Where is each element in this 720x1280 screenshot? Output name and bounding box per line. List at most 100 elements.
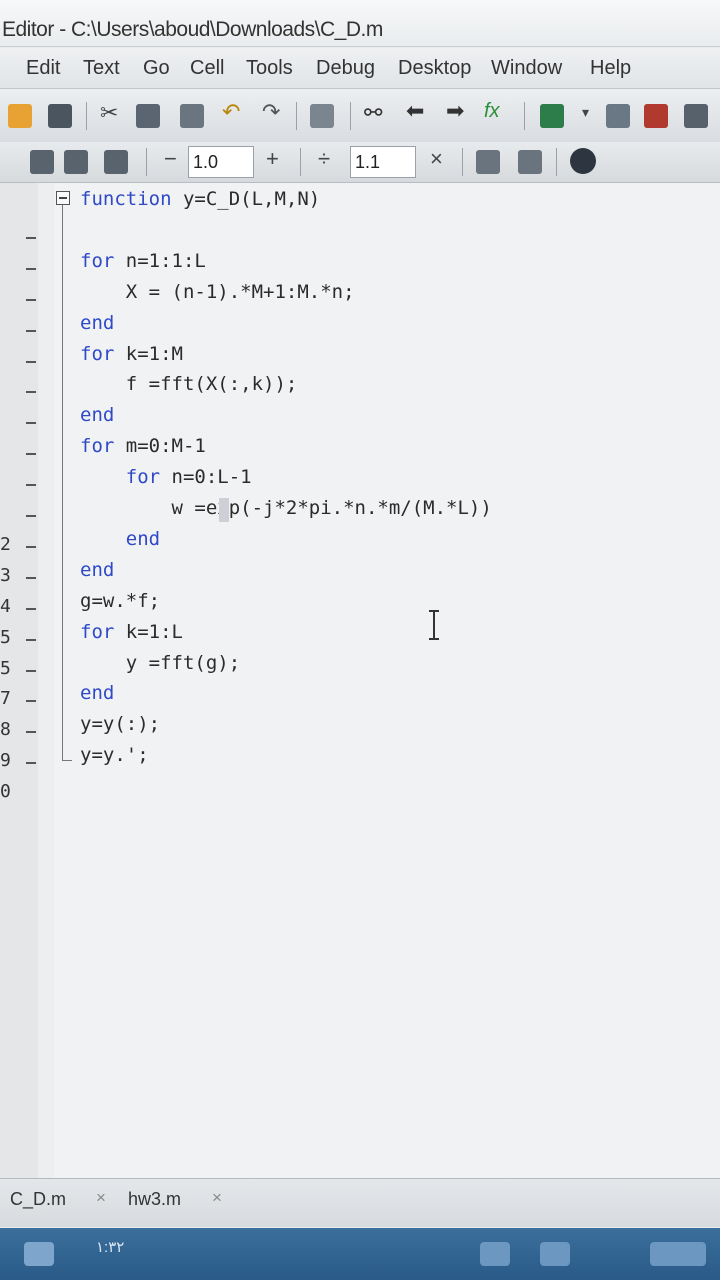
clear-breakpoints-icon[interactable] (644, 104, 668, 128)
executable-line-marker[interactable] (26, 484, 36, 487)
executable-line-marker[interactable] (26, 607, 36, 610)
save-icon[interactable] (48, 104, 72, 128)
code-keyword: for (80, 342, 115, 365)
menu-desktop[interactable]: Desktop (398, 57, 471, 80)
code-line[interactable]: for m=0:M-1 (80, 435, 206, 457)
print-icon[interactable] (310, 104, 334, 128)
chevron-down-icon[interactable]: ▾ (582, 104, 589, 121)
code-line[interactable]: w =exp(-j*2*pi.*n.*m/(M.*L)) (80, 497, 492, 519)
line-number: 5 (0, 626, 11, 648)
executable-line-marker[interactable] (26, 576, 36, 579)
menu-tools[interactable]: Tools (246, 57, 293, 80)
breakpoint-icon[interactable] (606, 104, 630, 128)
fold-toggle-icon[interactable] (56, 191, 70, 205)
info-icon[interactable] (570, 148, 596, 174)
close-tab-icon[interactable]: × (96, 1188, 106, 1208)
menu-go[interactable]: Go (143, 57, 170, 80)
redo-icon[interactable]: ↷ (262, 99, 280, 125)
executable-line-marker[interactable] (26, 762, 36, 765)
code-text: y=C_D(L,M,N) (171, 188, 321, 210)
insert-cell-icon[interactable] (30, 150, 54, 174)
code-line[interactable]: y=y.'; (80, 744, 149, 766)
executable-line-marker[interactable] (26, 236, 36, 239)
code-line[interactable]: X = (n-1).*M+1:M.*n; (80, 281, 355, 303)
comment-percent-icon[interactable] (476, 150, 500, 174)
code-line[interactable]: f =fft(X(:,k)); (80, 373, 298, 395)
executable-line-marker[interactable] (26, 360, 36, 363)
language-icon[interactable] (650, 1242, 706, 1266)
forward-arrow-icon[interactable]: ➡ (446, 98, 464, 124)
divide-button[interactable]: ÷ (318, 146, 330, 172)
executable-line-marker[interactable] (26, 700, 36, 703)
code-line[interactable]: g=w.*f; (80, 590, 160, 612)
tab-c-d-m[interactable]: C_D.m (10, 1189, 66, 1210)
uncomment-percent-icon[interactable] (518, 150, 542, 174)
open-folder-icon[interactable] (8, 104, 32, 128)
undo-icon[interactable]: ↶ (222, 99, 240, 125)
executable-line-marker[interactable] (26, 453, 36, 456)
executable-line-marker[interactable] (26, 545, 36, 548)
increment-button[interactable]: + (266, 146, 279, 172)
cut-icon[interactable]: ✂ (100, 100, 118, 126)
executable-line-marker[interactable] (26, 731, 36, 734)
close-tab-icon[interactable]: × (212, 1188, 222, 1208)
network-icon[interactable] (540, 1242, 570, 1266)
function-fx-icon[interactable]: fx (484, 100, 500, 123)
executable-line-marker[interactable] (26, 669, 36, 672)
document-tabs: C_D.m × hw3.m × (0, 1178, 720, 1227)
code-fold-column (38, 183, 54, 1178)
start-icon[interactable] (24, 1242, 54, 1266)
code-line[interactable]: end (80, 404, 114, 426)
menu-help[interactable]: Help (590, 57, 631, 80)
executable-line-marker[interactable] (26, 329, 36, 332)
code-line[interactable]: function y=C_D(L,M,N) (80, 188, 320, 210)
matlab-editor-window: Editor - C:\Users\aboud\Downloads\C_D.m … (0, 0, 720, 1280)
find-binoculars-icon[interactable]: ⚯ (364, 100, 382, 126)
eval-advance-icon[interactable] (104, 150, 128, 174)
menu-window[interactable]: Window (491, 57, 562, 80)
step-icon[interactable] (684, 104, 708, 128)
code-line[interactable]: y =fft(g); (80, 652, 240, 674)
ibeam-cursor-icon (429, 610, 439, 640)
code-editor[interactable] (54, 183, 720, 1178)
eval-cell-icon[interactable] (64, 150, 88, 174)
menu-debug[interactable]: Debug (316, 57, 375, 80)
executable-line-marker[interactable] (26, 391, 36, 394)
cloud-icon[interactable] (480, 1242, 510, 1266)
window-title: Editor - C:\Users\aboud\Downloads\C_D.m (2, 18, 383, 41)
code-line[interactable]: end (80, 312, 114, 334)
menu-cell[interactable]: Cell (190, 57, 224, 80)
scale-value-input[interactable]: 1.1 (350, 146, 416, 178)
executable-line-marker[interactable] (26, 515, 36, 517)
tab-hw3-m[interactable]: hw3.m (128, 1189, 181, 1210)
code-text: m=0:M-1 (114, 435, 206, 458)
back-arrow-icon[interactable]: ⬅ (406, 98, 424, 124)
copy-icon[interactable] (136, 104, 160, 128)
menu-edit[interactable]: Edit (26, 57, 60, 80)
line-number: 8 (0, 719, 11, 741)
paste-icon[interactable] (180, 104, 204, 128)
code-line[interactable]: for n=1:1:L (80, 250, 206, 272)
text-caret (219, 498, 229, 522)
executable-line-marker[interactable] (26, 298, 36, 301)
code-line[interactable]: end (80, 559, 114, 581)
executable-line-marker[interactable] (26, 422, 36, 425)
code-line[interactable]: end (80, 682, 114, 704)
multiply-button[interactable]: × (430, 146, 443, 172)
code-line[interactable]: for n=0:L-1 (80, 466, 252, 488)
decrement-button[interactable]: − (164, 146, 177, 172)
fold-guide (62, 205, 63, 760)
main-toolbar: ✂ ↶ ↷ ⚯ ⬅ ➡ fx ▾ (0, 90, 720, 143)
code-line[interactable]: y=y(:); (80, 713, 160, 735)
run-icon[interactable] (540, 104, 564, 128)
executable-line-marker[interactable] (26, 638, 36, 641)
code-line[interactable]: for k=1:L (80, 621, 183, 643)
code-line[interactable]: end (80, 528, 160, 550)
windows-taskbar: ١:٣٢ (0, 1228, 720, 1280)
line-number: 7 (0, 688, 11, 710)
line-number: 2 (0, 533, 11, 555)
menu-text[interactable]: Text (83, 57, 120, 80)
cell-value-input[interactable]: 1.0 (188, 146, 254, 178)
code-line[interactable]: for k=1:M (80, 343, 183, 365)
executable-line-marker[interactable] (26, 267, 36, 270)
